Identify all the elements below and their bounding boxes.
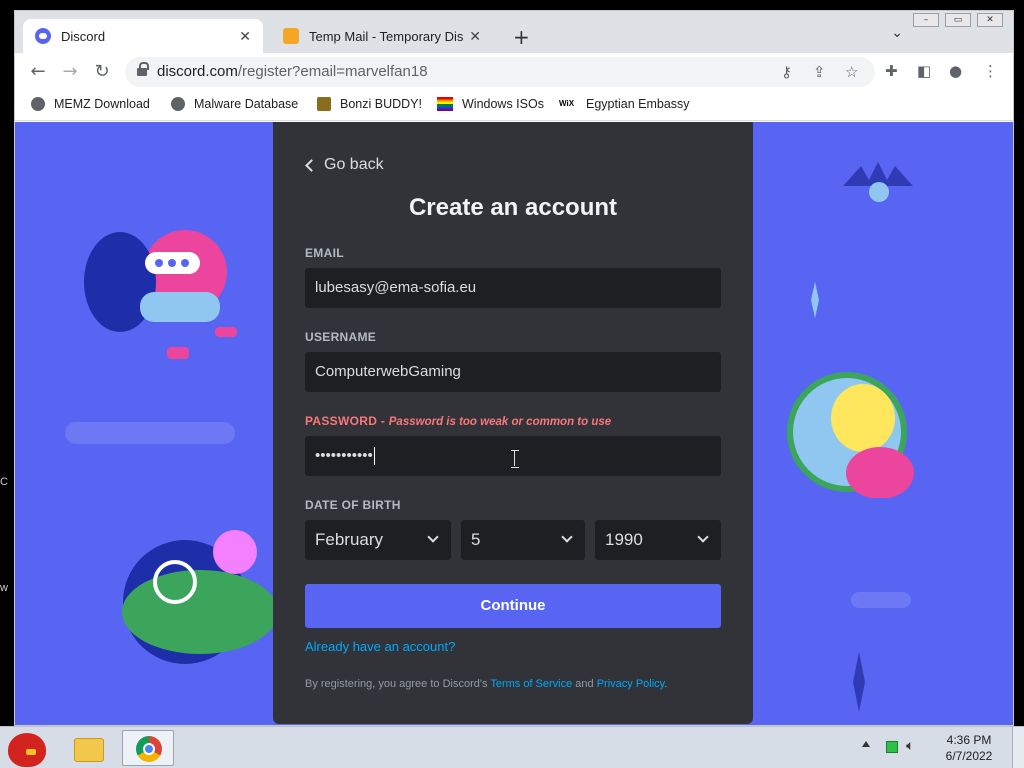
email-label: EMAIL (305, 246, 344, 260)
cloud-decoration (65, 422, 235, 444)
bookmark-star-icon[interactable]: ☆ (845, 63, 858, 81)
terms-notice: By registering, you agree to Discord's T… (305, 678, 668, 690)
day-select[interactable]: 5 (461, 520, 585, 560)
go-back-link[interactable]: Go back (305, 156, 384, 174)
discord-favicon-icon (35, 28, 51, 44)
tab-strip: Discord ✕ Temp Mail - Temporary Dispo ✕ … (15, 11, 1013, 53)
url-text: discord.com/register?email=marvelfan18 (157, 63, 428, 80)
back-arrow-icon[interactable]: ← (27, 61, 49, 83)
browser-window: Discord ✕ Temp Mail - Temporary Dispo ✕ … (14, 10, 1014, 726)
bat-illustration-icon (843, 162, 913, 202)
day-value: 5 (471, 530, 481, 549)
password-error-message: Password is too weak or common to use (388, 416, 612, 428)
close-window-button[interactable]: ✕ (977, 13, 1003, 27)
lock-icon (137, 62, 149, 76)
key-icon[interactable]: ⚷ (781, 63, 792, 81)
chrome-icon (136, 736, 162, 762)
globe-icon (31, 97, 45, 111)
reload-icon[interactable]: ↻ (91, 61, 113, 83)
file-explorer-button[interactable] (62, 730, 114, 766)
login-link[interactable]: Already have an account? (305, 639, 455, 654)
forward-arrow-icon[interactable]: → (59, 61, 81, 83)
username-field[interactable]: ComputerwebGaming (305, 352, 721, 392)
chevron-left-icon (305, 158, 318, 172)
chevron-down-icon (427, 531, 439, 543)
tab-search-button[interactable]: ⌄ (891, 25, 903, 41)
password-label: PASSWORD - Password is too weak or commo… (305, 414, 612, 428)
menu-kebab-icon[interactable]: ⋮ (983, 62, 998, 80)
month-value: February (315, 530, 384, 549)
character-illustration-icon (787, 372, 914, 498)
year-value: 1990 (605, 530, 643, 549)
maximize-button[interactable]: ▭ (945, 13, 971, 27)
desktop-text-fragment: C (0, 476, 8, 488)
bookmarks-bar: MEMZ Download Malware Database Bonzi BUD… (15, 91, 1013, 121)
tab-label: Temp Mail - Temporary Dispo (309, 28, 464, 44)
minimize-button[interactable]: – (913, 13, 939, 27)
rainbow-flag-icon (437, 97, 453, 111)
clock-time: 4:36 PM (946, 733, 992, 747)
system-clock[interactable]: 4:36 PM 6/7/2022 (936, 732, 1002, 764)
password-mask: ••••••••••• (315, 447, 373, 464)
desktop-text-fragment: w (0, 582, 8, 594)
bookmark-malware-database[interactable]: Malware Database (171, 97, 298, 111)
password-field[interactable]: ••••••••••• (305, 436, 721, 476)
new-tab-button[interactable]: + (513, 25, 530, 49)
date-of-birth-label: DATE OF BIRTH (305, 498, 401, 512)
username-label: USERNAME (305, 330, 377, 344)
page-title: Create an account (408, 194, 618, 221)
address-bar[interactable]: discord.com/register?email=marvelfan18 ⚷… (125, 57, 875, 87)
text-caret (373, 447, 375, 466)
browser-toolbar: ← → ↻ discord.com/register?email=marvelf… (15, 53, 1013, 91)
chrome-taskbar-button[interactable] (122, 730, 174, 766)
angry-bird-icon (8, 733, 46, 767)
text-cursor-icon (511, 450, 519, 468)
show-desktop-button[interactable] (1012, 727, 1024, 768)
side-panel-icon[interactable]: ◧ (917, 62, 931, 80)
extensions-icon[interactable]: ✚ (885, 62, 898, 80)
register-form-card: Go back Create an account EMAIL lubesasy… (273, 122, 753, 724)
cloud-decoration (851, 592, 911, 608)
tab-temp-mail[interactable]: Temp Mail - Temporary Dispo ✕ (271, 19, 493, 53)
discord-register-page: Go back Create an account EMAIL lubesasy… (15, 122, 1013, 725)
profile-avatar-icon[interactable]: ● (949, 62, 962, 80)
tray-expand-icon[interactable] (862, 741, 870, 747)
taskbar: 🔈︎ 4:36 PM 6/7/2022 (0, 726, 1024, 768)
wix-icon: WiX (559, 99, 575, 108)
character-illustration-icon (122, 530, 295, 664)
month-select[interactable]: February (305, 520, 451, 560)
bookmark-egyptian-embassy[interactable]: WiX Egyptian Embassy (559, 97, 690, 111)
continue-button[interactable]: Continue (305, 584, 721, 628)
year-select[interactable]: 1990 (595, 520, 721, 560)
go-back-label: Go back (324, 156, 384, 173)
folder-icon (74, 738, 104, 762)
sparkle-icon (853, 652, 865, 712)
tab-discord[interactable]: Discord ✕ (23, 19, 263, 53)
tab-label: Discord (61, 28, 106, 44)
chevron-down-icon (561, 531, 573, 543)
globe-icon (171, 97, 185, 111)
share-icon[interactable]: ⇪ (813, 63, 826, 81)
clock-date: 6/7/2022 (945, 749, 993, 763)
terms-of-service-link[interactable]: Terms of Service (490, 678, 572, 690)
tempmail-favicon-icon (283, 28, 299, 44)
start-button[interactable] (2, 730, 54, 767)
email-field[interactable]: lubesasy@ema-sofia.eu (305, 268, 721, 308)
window-controls: – ▭ ✕ (913, 13, 1003, 27)
bookmark-windows-isos[interactable]: Windows ISOs (437, 97, 544, 111)
privacy-policy-link[interactable]: Privacy Policy (597, 678, 665, 690)
volume-icon[interactable]: 🔈︎ (906, 738, 914, 754)
network-icon[interactable] (886, 741, 898, 753)
bookmark-bonzi-buddy[interactable]: Bonzi BUDDY! (317, 97, 422, 111)
chevron-down-icon (697, 531, 709, 543)
sparkle-icon (811, 282, 819, 318)
bookmark-memz[interactable]: MEMZ Download (31, 97, 150, 111)
tab-close-icon[interactable]: ✕ (239, 28, 251, 45)
tab-close-icon[interactable]: ✕ (469, 28, 481, 45)
character-illustration-icon (84, 230, 237, 359)
bonzi-icon (317, 97, 331, 111)
